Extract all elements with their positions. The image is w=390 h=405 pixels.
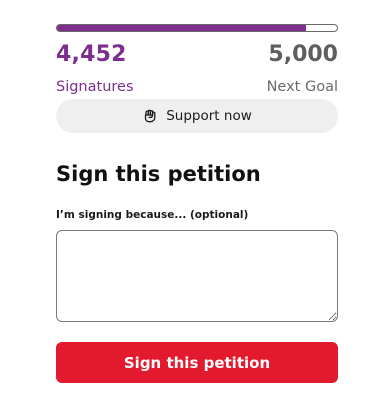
reason-field-label: I’m signing because... (optional) bbox=[56, 209, 249, 221]
goal-count: 5,000 bbox=[268, 42, 338, 67]
reason-textarea[interactable] bbox=[56, 230, 338, 322]
support-now-label: Support now bbox=[166, 108, 252, 124]
petition-progress-panel: 4,452 Signatures 5,000 Next Goal bbox=[56, 24, 338, 95]
support-now-button[interactable]: Support now bbox=[56, 99, 338, 133]
signature-count-label: Signatures bbox=[56, 79, 134, 95]
signature-progress-bar bbox=[56, 24, 338, 32]
sign-section-title: Sign this petition bbox=[56, 162, 261, 186]
goal-count-label: Next Goal bbox=[266, 79, 338, 95]
signature-counts: 4,452 Signatures 5,000 Next Goal bbox=[56, 38, 338, 95]
sign-petition-button[interactable]: Sign this petition bbox=[56, 342, 338, 383]
raised-fist-icon bbox=[142, 108, 158, 124]
signature-progress-fill bbox=[57, 25, 307, 31]
signature-count: 4,452 bbox=[56, 42, 127, 67]
